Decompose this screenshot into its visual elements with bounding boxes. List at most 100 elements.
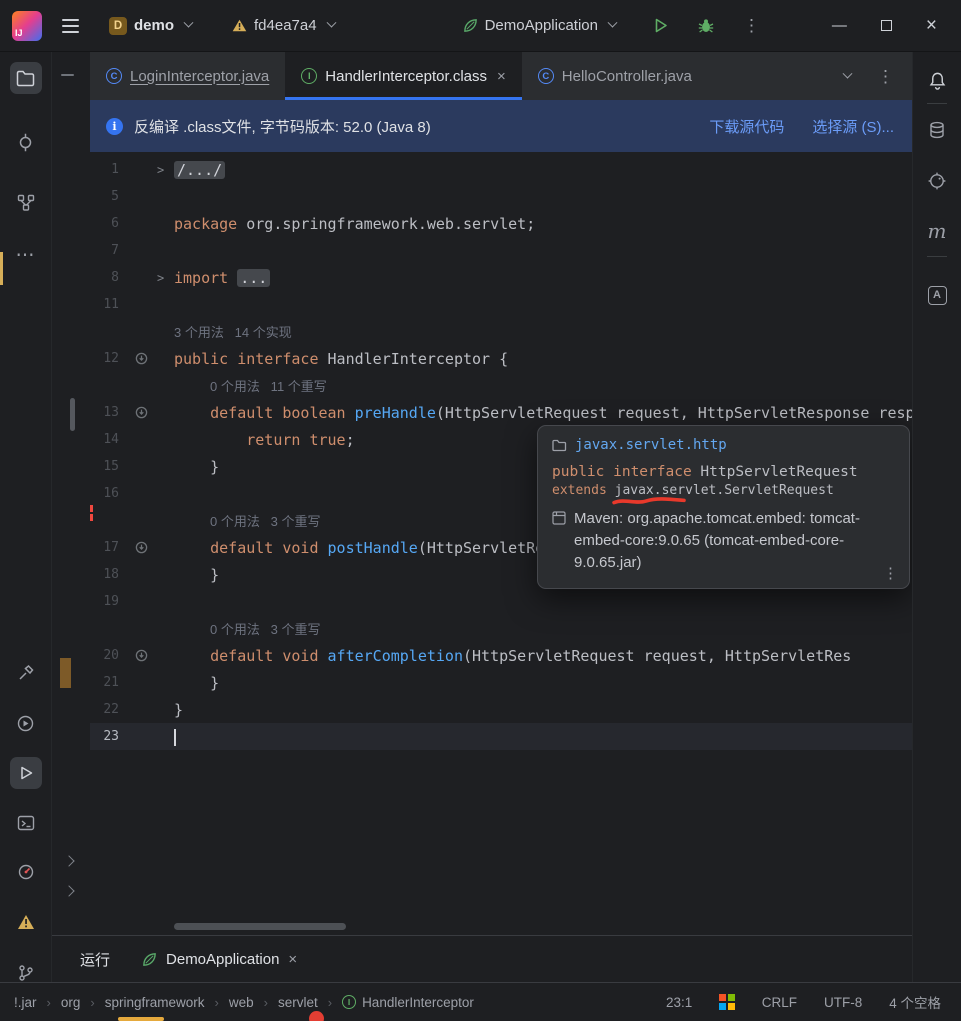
- fold-arrow-icon[interactable]: >: [154, 163, 174, 177]
- services-tool-button[interactable]: [10, 707, 42, 739]
- encoding-widget[interactable]: UTF-8: [824, 995, 862, 1010]
- breadcrumb-item[interactable]: servlet: [278, 995, 318, 1010]
- editor-tab[interactable]: C LoginInterceptor.java: [90, 52, 285, 100]
- popup-menu-icon[interactable]: ⋮: [883, 564, 898, 582]
- info-icon: i: [106, 117, 123, 135]
- tab-bar-actions: ⋮: [842, 52, 912, 100]
- breadcrumb-item[interactable]: !.jar: [14, 995, 37, 1010]
- overridden-method-icon[interactable]: [128, 406, 154, 419]
- project-widget[interactable]: D demo: [101, 12, 200, 40]
- close-tab-icon[interactable]: ×: [497, 68, 506, 85]
- tab-options-icon[interactable]: ⋮: [877, 68, 894, 85]
- minimize-button[interactable]: —: [832, 17, 847, 34]
- more-actions-icon[interactable]: ⋮: [743, 17, 760, 34]
- breadcrumb-separator: ›: [90, 994, 95, 1010]
- code-token: postHandle: [327, 538, 418, 557]
- profiler-tool-button[interactable]: [10, 856, 42, 888]
- editor-tab[interactable]: C HelloController.java: [522, 52, 708, 100]
- intellij-logo: IJ: [12, 10, 42, 41]
- breadcrumb-item[interactable]: web: [229, 995, 254, 1010]
- project-badge: D: [109, 16, 127, 35]
- problems-tool-button[interactable]: [10, 906, 42, 938]
- chevron-down-icon[interactable]: [842, 68, 853, 79]
- download-sources-link[interactable]: 下载源代码: [709, 116, 784, 137]
- code-token: import: [174, 268, 238, 287]
- ai-assistant-button[interactable]: A: [921, 279, 953, 311]
- terminal-tool-button[interactable]: [10, 807, 42, 839]
- breadcrumb-item[interactable]: springframework: [105, 995, 205, 1010]
- run-button[interactable]: [652, 17, 669, 34]
- chevron-down-icon: [183, 17, 194, 28]
- indent-widget[interactable]: 4 个空格: [889, 992, 941, 1012]
- structure-tool-button[interactable]: [10, 187, 42, 219]
- class-file-icon: C: [537, 68, 554, 84]
- code-token: HandlerInterceptor {: [327, 349, 509, 368]
- breadcrumb-item[interactable]: I HandlerInterceptor: [342, 995, 474, 1010]
- more-tool-windows-button[interactable]: ⋯: [10, 239, 42, 271]
- divider-handle[interactable]: [61, 74, 74, 76]
- breadcrumb: !.jar › org › springframework › web › servlet › I H…: [14, 995, 666, 1010]
- usage-hint[interactable]: 3 个用法 14 个实现: [174, 325, 292, 340]
- close-window-button[interactable]: ×: [926, 16, 937, 35]
- notifications-button[interactable]: [921, 64, 953, 96]
- folded-region[interactable]: ...: [237, 268, 271, 287]
- run-panel-title: 运行: [80, 951, 111, 969]
- code-line: 12 public interface HandlerInterceptor {: [90, 345, 912, 372]
- scrollbar-thumb[interactable]: [174, 923, 346, 930]
- breadcrumb-label: !.jar: [14, 994, 37, 1010]
- code-text: 3 个用法 14 个实现: [174, 322, 912, 341]
- popup-package-name: javax.servlet.http: [575, 437, 727, 453]
- bell-icon: [929, 72, 945, 90]
- title-bar: IJ D demo fd4ea7a4 DemoApplication ⋮ — ×: [0, 0, 961, 52]
- database-tool-button[interactable]: [921, 114, 953, 146]
- red-marker-annotation: [612, 497, 686, 505]
- usage-hint[interactable]: 0 个用法 3 个重写: [174, 514, 321, 529]
- code-line: 19: [90, 588, 912, 615]
- run-configuration-widget[interactable]: DemoApplication: [455, 12, 624, 39]
- breadcrumb-item[interactable]: org: [61, 995, 81, 1010]
- run-tab[interactable]: DemoApplication ×: [142, 951, 297, 968]
- line-number: 6: [111, 216, 119, 231]
- code-line: 13 default boolean preHandle(HttpServlet…: [90, 399, 912, 426]
- horizontal-scrollbar[interactable]: [174, 923, 902, 930]
- rail-notification-stripe: [0, 252, 3, 285]
- main-menu-icon[interactable]: [62, 17, 79, 35]
- maximize-button[interactable]: [880, 20, 892, 31]
- editor-tab[interactable]: I HandlerInterceptor.class ×: [285, 52, 522, 100]
- debug-button[interactable]: [697, 17, 715, 35]
- fold-arrow-icon[interactable]: [63, 885, 75, 897]
- code-token: (HttpServletRequest request, HttpServlet…: [435, 403, 912, 422]
- implemented-interface-icon[interactable]: [128, 352, 154, 365]
- editor[interactable]: 1 >/.../5 6 package org.springframework.web…: [90, 152, 912, 935]
- overridden-method-icon[interactable]: [128, 541, 154, 554]
- line-number: 23: [103, 729, 119, 744]
- run-tab-label: DemoApplication: [166, 950, 280, 968]
- line-separator-widget[interactable]: CRLF: [762, 995, 797, 1010]
- close-icon[interactable]: ×: [288, 951, 297, 968]
- folded-region[interactable]: /.../: [174, 160, 226, 179]
- run-tool-button[interactable]: [9, 757, 42, 789]
- taskbar-red-dot: [309, 1011, 324, 1021]
- branch-widget[interactable]: fd4ea7a4: [224, 12, 343, 39]
- commit-tool-button[interactable]: [10, 126, 42, 158]
- build-tool-button[interactable]: [10, 657, 42, 689]
- project-tool-button[interactable]: [9, 62, 42, 94]
- branch-name: fd4ea7a4: [254, 17, 317, 34]
- caret-position[interactable]: 23:1: [666, 995, 692, 1010]
- maven-tool-button[interactable]: m: [921, 215, 953, 247]
- editor-tab-bar: C LoginInterceptor.java I HandlerIntercepto…: [90, 52, 912, 100]
- choose-sources-link[interactable]: 选择源 (S)...: [812, 116, 894, 137]
- fold-arrow-icon[interactable]: [63, 855, 75, 867]
- fold-arrow-icon[interactable]: >: [154, 271, 174, 285]
- usage-hint[interactable]: 0 个用法 11 个重写: [174, 379, 327, 394]
- code-text: }: [174, 674, 912, 692]
- overridden-method-icon[interactable]: [128, 649, 154, 662]
- code-line: 8 > import ...: [90, 264, 912, 291]
- gradle-tool-button[interactable]: [921, 165, 953, 197]
- class-file-icon: C: [106, 68, 122, 84]
- interface-file-icon: I: [342, 995, 357, 1009]
- git-tool-button[interactable]: [10, 957, 42, 989]
- line-number: 18: [103, 567, 119, 582]
- usage-hint[interactable]: 0 个用法 3 个重写: [174, 622, 321, 637]
